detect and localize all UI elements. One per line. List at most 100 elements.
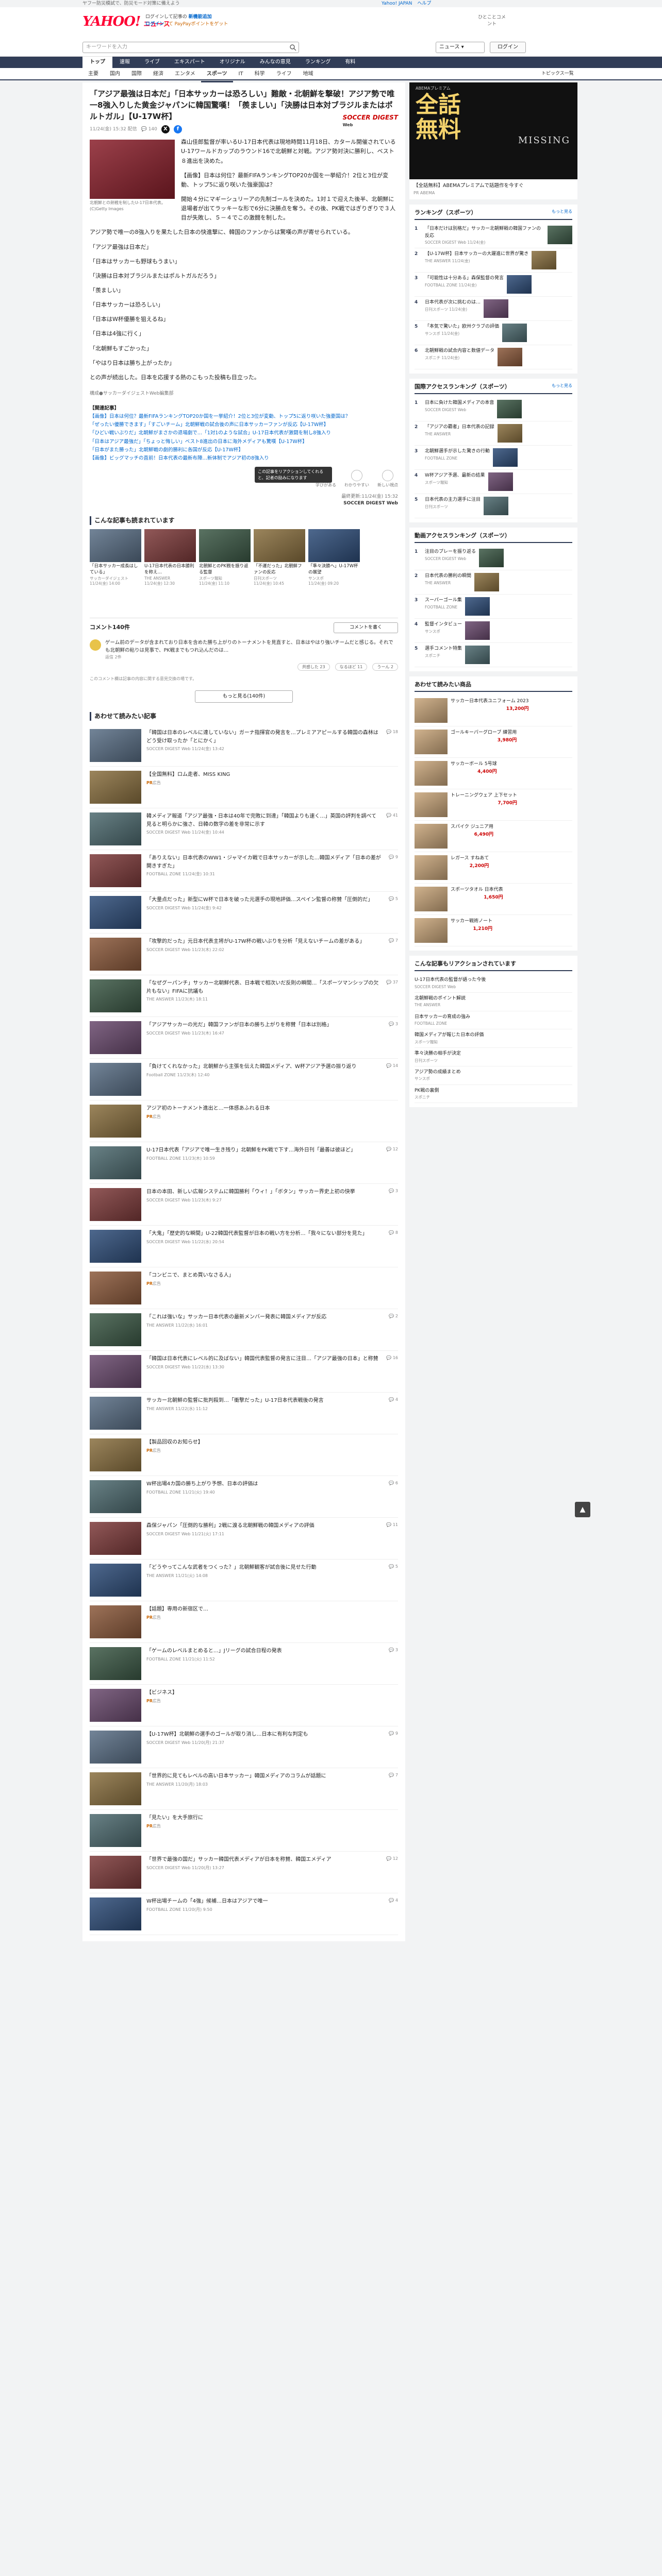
shop-item[interactable]: サッカーボール 5号球 4,400円 xyxy=(415,758,572,790)
access-ranking-item[interactable]: 3 北朝鮮選手が示した驚きの行動 FOOTBALL ZONE xyxy=(415,446,572,470)
ranking-item[interactable]: 2 【U-17W杯】日本サッカーの大躍進に世界が驚き THE ANSWER 11/2… xyxy=(415,248,572,273)
access-ranking-item[interactable]: 5 日本代表の主力選手に注目 日刊スポーツ xyxy=(415,494,572,519)
source-name[interactable]: SOCCER DIGEST Web xyxy=(90,500,398,507)
feed-item[interactable]: 【全国無料】ロム走者、MISS KING PR広告 xyxy=(90,767,398,809)
reacted-item[interactable]: アジア勢の成績まとめ サンスポ xyxy=(415,1066,572,1085)
reacted-item[interactable]: 準々決勝の相手が決定 日刊スポーツ xyxy=(415,1048,572,1066)
category-tab[interactable]: 国際 xyxy=(126,68,147,82)
shop-item[interactable]: ゴールキーパーグローブ 練習用 3,980円 xyxy=(415,726,572,758)
video-ranking-item[interactable]: 1 注目のプレーを振り返る SOCCER DIGEST Web xyxy=(415,546,572,571)
recommended-item[interactable]: 「日本サッカー成長はしている」 サッカーダイジェスト 11/24(金) 14:00 xyxy=(90,529,141,587)
feed-item[interactable]: 「ありえない」日本代表のWW1・ジャマイカ戦で日本サッカーが示した…韓国メディア… xyxy=(90,850,398,892)
x-share-icon[interactable]: X xyxy=(161,125,170,134)
video-ranking-item[interactable]: 2 日本代表の勝利の瞬間 THE ANSWER xyxy=(415,570,572,595)
reaction-new[interactable]: 新しい視点 xyxy=(377,469,398,488)
feed-item[interactable]: 「韓国は日本のレベルに達していない」ガーナ指揮官の発言を…プレミアアピールする韓… xyxy=(90,725,398,767)
recommended-item[interactable]: 「準々決勝へ」U-17W杯の展望 サンスポ 11/24(金) 09:20 xyxy=(308,529,360,587)
search-input[interactable]: キーワードを入力 xyxy=(82,42,299,53)
related-link[interactable]: 「ひどい戦いぶりだ」北朝鮮がまさかの退場劇で…「1対1のような試合」U-17日本… xyxy=(90,429,398,437)
facebook-share-icon[interactable]: f xyxy=(173,125,182,134)
promo-feature-link[interactable]: 新機能追加 xyxy=(189,14,212,20)
write-comment-button[interactable]: コメントを書く xyxy=(333,622,398,633)
shop-item[interactable]: スポーツタオル 日本代表 1,650円 xyxy=(415,884,572,916)
sidebar-ad[interactable]: ABEMAプレミアム 全話 無料 MISSING xyxy=(409,82,577,179)
access-ranking-item[interactable]: 4 W杯アジア予選、最新の結果 スポーツ報知 xyxy=(415,470,572,495)
category-tab[interactable]: IT xyxy=(233,68,249,82)
access-ranking-item[interactable]: 2 「アジアの覇者」日本代表の記録 THE ANSWER xyxy=(415,421,572,446)
gnav-item[interactable]: トップ xyxy=(82,57,112,68)
video-ranking-item[interactable]: 4 監督インタビュー サンスポ xyxy=(415,619,572,643)
feed-item[interactable]: サッカー北朝鮮の監督に批判殺到…「衝撃だった」U-17日本代表戦後の発言 THE … xyxy=(90,1393,398,1435)
yahoo-japan-link[interactable]: Yahoo! JAPAN xyxy=(382,1,412,7)
feed-item[interactable]: 「負けてくれなかった」北朝鮮から主張を伝えた韓国メディア、W杯アジア予選の振り返… xyxy=(90,1059,398,1101)
feed-item[interactable]: 【話題】専用の新宿区で… PR広告 xyxy=(90,1601,398,1643)
feed-item[interactable]: 韓メディア報道「アジア最強・日本は40年で完敗に到達」「韓国よりも速く…」英国の… xyxy=(90,808,398,851)
category-tab[interactable]: 科学 xyxy=(249,68,271,82)
reacted-item[interactable]: 韓国メディアが報じた日本の評価 スポーツ報知 xyxy=(415,1029,572,1048)
related-link[interactable]: 「ぜったい優勝できます」「すごいチーム」北朝鮮戦の試合後の声に日本サッカーファン… xyxy=(90,421,398,429)
feed-item[interactable]: 「コンビニで、まとめ買いなさる人」 PR広告 xyxy=(90,1267,398,1310)
feed-item[interactable]: 【製品回収のお知らせ】 PR広告 xyxy=(90,1434,398,1477)
shop-item[interactable]: サッカー日本代表ユニフォーム 2023 13,200円 xyxy=(415,695,572,727)
feed-item[interactable]: 「なぜグーパンチ」サッカー北朝鮮代表、日本戦で相次いだ反則の瞬間…「スポーツマン… xyxy=(90,975,398,1018)
category-tab[interactable]: エンタメ xyxy=(169,68,201,82)
related-link[interactable]: 【画像】日本は何位？最新FIFAランキングTOP20か国を一挙紹介！2位と3位が… xyxy=(90,413,398,421)
search-icon[interactable] xyxy=(289,44,296,51)
ad-text[interactable]: 【全話無料】ABEMAプレミアムで話題作を今すぐ PR ABEMA xyxy=(409,179,577,200)
access-more-link[interactable]: もっと見る xyxy=(552,383,572,391)
insight-button[interactable]: なるほど 11 xyxy=(335,663,368,671)
video-ranking-item[interactable]: 3 スーパーゴール集 FOOTBALL ZONE xyxy=(415,595,572,619)
shop-item[interactable]: レガース すねあて 2,200円 xyxy=(415,852,572,884)
feed-item[interactable]: 【ビジネス】 PR広告 xyxy=(90,1685,398,1727)
feed-item[interactable]: W杯出場4カ国の勝ち上がり予想、日本の評価は FOOTBALL ZONE 11/2… xyxy=(90,1476,398,1518)
category-tab[interactable]: ライフ xyxy=(271,68,297,82)
ranking-item[interactable]: 5 「本気で驚いた」欧州クラブの評価 サンスポ 11/24(金) xyxy=(415,321,572,346)
empathy-button[interactable]: 共感した 23 xyxy=(297,663,330,671)
feed-item[interactable]: 「大鬼」「歴史的な瞬間」U-22韓国代表監督が日本の戦い方を分析…「我々にない部… xyxy=(90,1226,398,1268)
gnav-item[interactable]: エキスパート xyxy=(167,57,212,68)
shop-item[interactable]: サッカー戦術ノート 1,210円 xyxy=(415,915,572,947)
category-tab[interactable]: スポーツ xyxy=(201,68,233,82)
gnav-item[interactable]: ライブ xyxy=(137,57,167,68)
help-link[interactable]: ヘルプ xyxy=(417,1,431,7)
related-link[interactable]: 「日本はアジア最強だ」「ちょっと悔しい」ベスト8進出の日本に海外メディアも驚嘆【… xyxy=(90,438,398,446)
recommended-item[interactable]: U-17日本代表の日本勝利を称え… THE ANSWER 11/24(金) 12:3… xyxy=(144,529,196,587)
gnav-item[interactable]: 有料 xyxy=(338,57,362,68)
feed-item[interactable]: 【U-17W杯】北朝鮮の選手のゴールが取り消し…日本に有利な判定も SOCCER … xyxy=(90,1726,398,1769)
category-tab[interactable]: 主要 xyxy=(82,68,104,82)
topics-list-link[interactable]: トピックス一覧 xyxy=(541,71,574,77)
related-link[interactable]: 【画像】ビッグマッチの直前！日本代表の最新布陣…新体制でアジア初の8強入り xyxy=(90,454,398,463)
promo-login-link[interactable]: ログイン xyxy=(145,22,164,27)
category-tab[interactable]: 国内 xyxy=(104,68,126,82)
more-comments-button[interactable]: もっと見る(140件) xyxy=(195,690,293,703)
shop-item[interactable]: トレーニングウェア 上下セット 7,700円 xyxy=(415,789,572,821)
lead-image[interactable]: 北朝鮮との熱戦を制したU-17日本代表。(C)Getty Images xyxy=(90,140,175,212)
ranking-more-link[interactable]: もっと見る xyxy=(552,209,572,217)
publisher-logo[interactable]: SOCCER DIGEST Web xyxy=(343,113,398,128)
utility-notice[interactable]: ヤフー防災模試で、防災モード対策に備えよう xyxy=(82,1,180,7)
feed-item[interactable]: 「どうやってこんな武者をつくった？」北朝鮮観客が試合後に見せた行動 THE ANS… xyxy=(90,1560,398,1602)
category-tab[interactable]: 地域 xyxy=(297,68,319,82)
ranking-item[interactable]: 3 「可能性は十分ある」森保監督の発言 FOOTBALL ZONE 11/24(金) xyxy=(415,273,572,297)
recommended-item[interactable]: 北朝鮮とのPK戦を振り返る監督 スポーツ報知 11/24(金) 11:10 xyxy=(199,529,251,587)
header-right-widget[interactable]: ひとことコメント xyxy=(476,14,507,30)
feed-item[interactable]: 「これは強いな」サッカー日本代表の最新メンバー発表に韓国メディアが反応 THE A… xyxy=(90,1309,398,1351)
login-button[interactable]: ログイン xyxy=(490,42,526,53)
reacted-item[interactable]: U-17日本代表の監督が語った今後 SOCCER DIGEST Web xyxy=(415,974,572,993)
feed-item[interactable]: 「アジアサッカーの光だ」韓国ファンが日本の勝ち上がりを称賛「日本は別格」 SOCC… xyxy=(90,1017,398,1059)
search-scope-select[interactable]: ニュース ▾ xyxy=(436,42,485,53)
reacted-item[interactable]: 日本サッカーの育成の強み FOOTBALL ZONE xyxy=(415,1011,572,1030)
back-to-top-button[interactable]: ▲ xyxy=(575,1502,590,1517)
ranking-item[interactable]: 1 「日本だけは別格だ」サッカー北朝鮮戦の韓国ファンの反応 SOCCER DIGES… xyxy=(415,223,572,249)
feed-item[interactable]: 日本の本田、新しい広報システムに韓国勝利「ウィ！」「ボタン」サッカー界史上初の快… xyxy=(90,1184,398,1226)
access-ranking-item[interactable]: 1 日本に負けた韓国メディアの本音 SOCCER DIGEST Web xyxy=(415,397,572,422)
feed-item[interactable]: 「世界で最強の国だ」サッカー韓国代表メディアが日本を称賛、韓国エメディア SOCC… xyxy=(90,1852,398,1894)
feed-item[interactable]: 「大量点だった」新型にW杯で日本を破った元選手の現地評価…スペイン監督の称賛「圧… xyxy=(90,892,398,934)
comment-replies[interactable]: 返信 2件 xyxy=(105,654,398,660)
feed-item[interactable]: 「攻撃的だった」元日本代表主将がU-17W杯の戦いぶりを分析「見えないチームの差… xyxy=(90,934,398,976)
video-ranking-item[interactable]: 5 選手コメント特集 スポニチ xyxy=(415,643,572,668)
feed-item[interactable]: W杯出場チームの「4強」候補…日本はアジアで唯一 FOOTBALL ZONE 11… xyxy=(90,1893,398,1936)
feed-item[interactable]: 「世界的に見てもレベルの高い日本サッカー」韓国メディアのコラムが話題に THE A… xyxy=(90,1768,398,1810)
reaction-clear[interactable]: わかりやすい xyxy=(344,469,369,488)
comment-count[interactable]: 💬 140 xyxy=(141,126,157,133)
